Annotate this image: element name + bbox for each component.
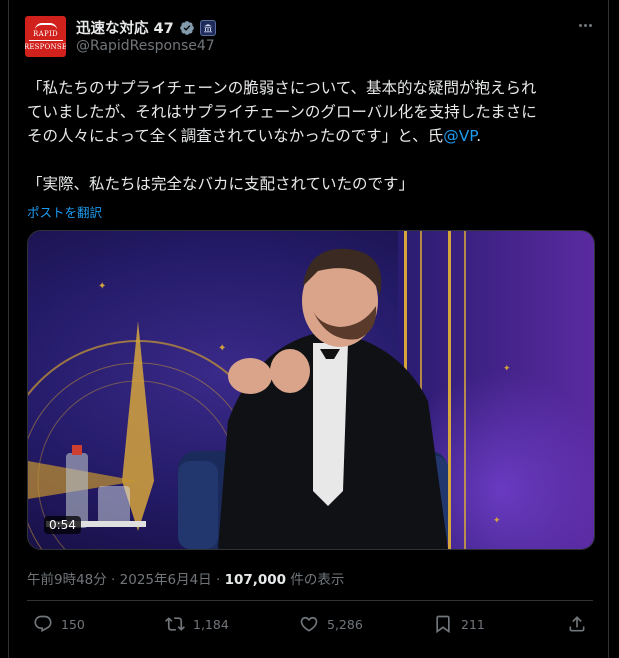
svg-text:✦: ✦ bbox=[218, 343, 226, 354]
tweet-line-4: 「実際、私たちは完全なバカに支配されていたのです」 bbox=[27, 175, 415, 193]
like-count: 5,286 bbox=[327, 616, 363, 632]
timestamp[interactable]: 午前9時48分 · 2025年6月4日 · bbox=[27, 572, 225, 588]
avatar[interactable]: RAPID RESPONSE bbox=[25, 16, 66, 57]
tweet-line-1: 「私たちのサプライチェーンの脆弱さについて、基本的な疑問が抱えられ bbox=[27, 79, 537, 97]
verified-check-icon[interactable] bbox=[179, 20, 195, 36]
svg-text:✦: ✦ bbox=[98, 281, 106, 292]
avatar-divider bbox=[28, 40, 63, 41]
column-border-left bbox=[8, 0, 9, 658]
view-count: 107,000 bbox=[224, 572, 287, 588]
tweet-text: 「私たちのサプライチェーンの脆弱さについて、基本的な疑問が抱えられ ていましたが… bbox=[27, 76, 597, 196]
reply-button[interactable]: 150 bbox=[33, 614, 85, 634]
tweet-line-3-end: . bbox=[476, 127, 482, 145]
like-button[interactable]: 5,286 bbox=[299, 614, 363, 634]
tweet-line-3-text: その人々によって全く調査されていなかったのです」と、氏 bbox=[27, 127, 444, 145]
bookmark-icon bbox=[436, 615, 450, 634]
views-label: 件の表示 bbox=[286, 572, 345, 588]
repost-icon bbox=[165, 617, 185, 631]
share-icon bbox=[569, 616, 585, 632]
display-name[interactable]: 迅速な対応 47 bbox=[76, 17, 174, 38]
reply-icon bbox=[34, 615, 52, 633]
heart-icon bbox=[300, 616, 318, 632]
video-duration: 0:54 bbox=[44, 516, 81, 534]
share-button[interactable] bbox=[567, 614, 587, 634]
building-icon bbox=[34, 23, 57, 30]
bookmark-count: 211 bbox=[461, 616, 485, 632]
divider bbox=[27, 600, 593, 601]
column-border-right bbox=[608, 0, 609, 658]
translate-post-link[interactable]: ポストを翻訳 bbox=[27, 202, 102, 221]
repost-button[interactable]: 1,184 bbox=[165, 614, 229, 634]
avatar-text-top: RAPID bbox=[33, 30, 58, 38]
tweet-line-2: ていましたが、それはサプライチェーンのグローバル化を支持したまさに bbox=[27, 103, 537, 121]
avatar-text-bottom: RESPONSE bbox=[25, 43, 66, 51]
tweet-meta: 午前9時48分 · 2025年6月4日 · 107,000 件の表示 bbox=[27, 568, 344, 588]
repost-count: 1,184 bbox=[193, 616, 229, 632]
government-building-icon[interactable] bbox=[199, 19, 216, 36]
svg-text:✦: ✦ bbox=[493, 516, 501, 526]
bookmark-button[interactable]: 211 bbox=[433, 614, 485, 634]
reply-count: 150 bbox=[61, 616, 85, 632]
handle[interactable]: @RapidResponse47 bbox=[76, 38, 215, 54]
author-name-row: 迅速な対応 47 bbox=[76, 17, 216, 38]
mention-link[interactable]: @VP bbox=[443, 127, 476, 145]
video-player[interactable]: ✦ ✦ ✦ ✦ ✦ bbox=[27, 230, 595, 550]
tweet-line-3: その人々によって全く調査されていなかったのです」と、氏@VP. bbox=[27, 124, 597, 148]
video-frame: ✦ ✦ ✦ ✦ ✦ bbox=[28, 231, 594, 549]
svg-text:✦: ✦ bbox=[503, 364, 511, 374]
action-bar: 150 1,184 5,286 211 bbox=[27, 614, 593, 640]
more-options-button[interactable] bbox=[575, 18, 595, 32]
